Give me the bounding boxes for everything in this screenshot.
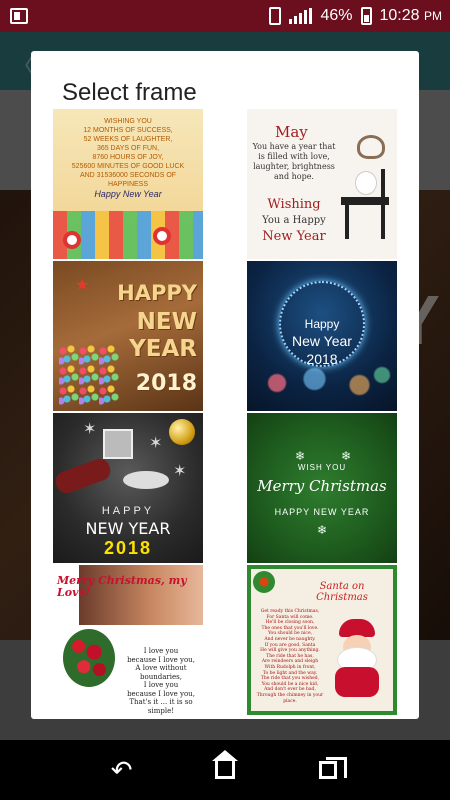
recent-apps-icon[interactable] [308,757,348,779]
frame-santa-poem: Get ready this Christmas, For Santa will… [256,609,324,704]
star-icon: ✶ [149,435,163,452]
dialog-title: Select frame [62,79,197,106]
snowflake-icon: ❄ [317,523,328,537]
frame-may[interactable]: May You have a year that is filled with … [247,109,397,259]
frame-santa[interactable]: Santa on Christmas Get ready this Christ… [247,565,397,715]
roses-icon [63,629,115,687]
star-icon: ★ [75,277,90,294]
bottle-icon [53,456,114,496]
santa-face-icon [63,231,81,249]
frame-wood-happy: HAPPY [117,281,197,305]
confetti-decoration [59,345,119,405]
frame-wood-new: NEW [136,309,197,335]
heart-icon [357,135,385,159]
frame-may-body: You have a year that is filled with love… [252,142,336,181]
bokeh-decoration [247,363,397,403]
ornament-icon [169,419,195,445]
frame-wishing[interactable]: WISHING YOU 12 MONTHS OF SUCCESS, 52 WEE… [53,109,203,259]
star-icon: ✶ [83,421,97,438]
status-bar: 46% 10:28 PM [0,0,450,32]
navigation-bar: ↶ [0,740,450,800]
clock: 10:28 PM [379,7,443,24]
vibrate-icon [269,7,282,25]
frame-dark-new-year: NEW YEAR [85,519,171,538]
frame-wood-2018[interactable]: ★ HAPPY NEW YEAR 2018 [53,261,203,411]
select-frame-dialog: Select frame WISHING YOU 12 MONTHS OF SU… [31,51,419,719]
screenshot-icon [10,8,28,24]
battery-percent: 46% [320,7,353,24]
battery-icon [360,7,372,25]
mask-icon [123,471,169,489]
snowflake-icon: ❄ [295,449,306,463]
frame-green-wish-you: WISH YOU [297,463,347,472]
frame-dark-year: 2018 [103,538,153,558]
frame-wishing-script: Happy New Year [94,189,162,199]
frame-love-poem: I love you because I love you, A love wi… [127,647,195,715]
frame-wood-2018: 2018 [135,371,197,396]
star-icon: ✶ [173,463,187,480]
frame-wishing-lines: WISHING YOU 12 MONTHS OF SUCCESS, 52 WEE… [71,118,185,188]
snowman-icon [355,171,377,195]
frame-bokeh-happy: Happy [304,317,340,331]
signal-icon [289,8,313,24]
frame-merry-christmas-green[interactable]: ❄ ❄ WISH YOU Merry Christmas HAPPY NEW Y… [247,413,397,563]
frame-may-heading: May [275,123,308,141]
home-icon[interactable] [205,750,245,779]
status-right: 46% 10:28 PM [269,7,442,25]
frame-green-happy-new-year: HAPPY NEW YEAR [274,507,370,517]
santa-face-icon [153,227,171,245]
frame-bokeh-new-year: New Year [292,333,352,349]
frame-may-new-year: New Year [262,229,326,244]
gift-icon [103,429,133,459]
frame-santa-title: Santa on Christmas [316,581,368,603]
frame-love[interactable]: Merry Christmas, my Love! I love you bec… [53,565,203,715]
frame-may-wishing: Wishing [267,197,321,212]
holly-icon [253,571,275,593]
santa-icon [327,619,387,699]
frame-wood-year: YEAR [129,336,197,362]
snowflake-icon: ❄ [341,449,352,463]
frame-love-title: Merry Christmas, my Love! [57,574,187,599]
frame-bokeh-2018[interactable]: Happy New Year 2018 [247,261,397,411]
frame-dark-happy: HAPPY [101,505,155,517]
back-icon[interactable]: ↶ [102,755,142,786]
frame-may-you-a-happy: You a Happy [262,215,326,226]
frame-dark-2018[interactable]: ✶ ✶ ✶ HAPPY NEW YEAR 2018 [53,413,203,563]
frame-green-merry-christmas: Merry Christmas [257,477,387,495]
